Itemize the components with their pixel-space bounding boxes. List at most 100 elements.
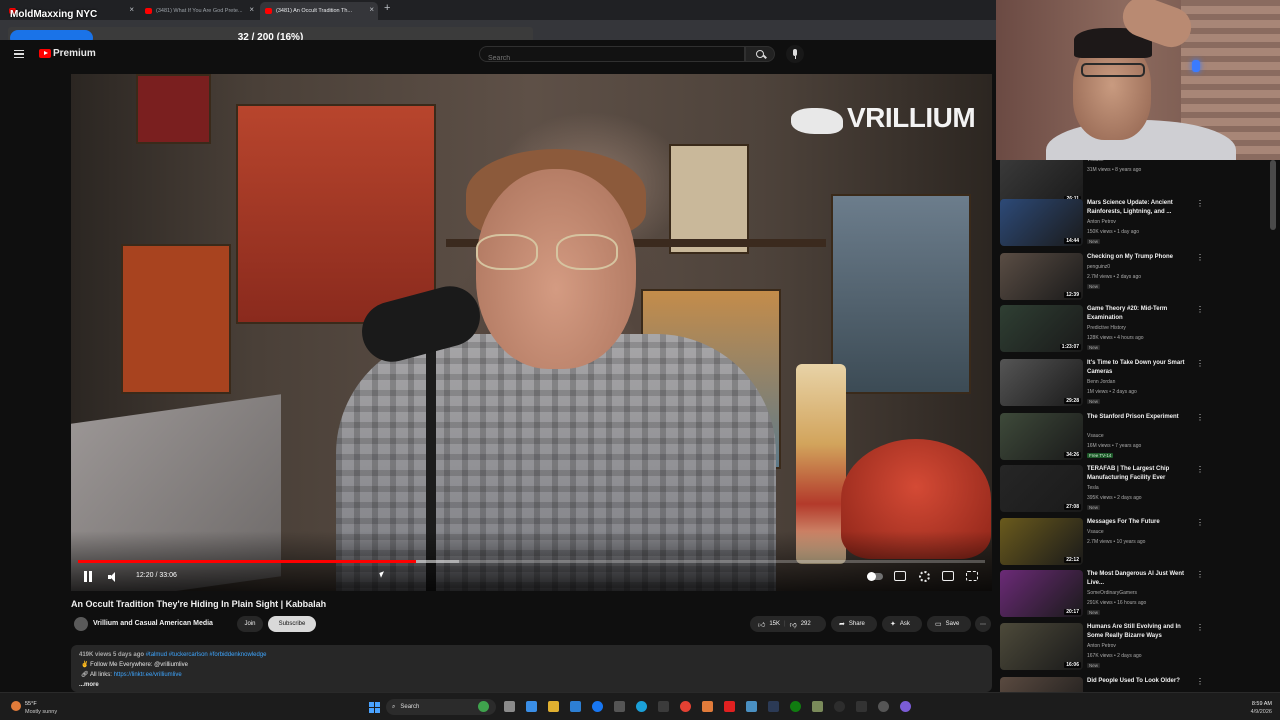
recommendation-card[interactable]: 27:08 TERAFAB | The Largest Chip Manufact… xyxy=(1000,465,1270,515)
recommendation-channel[interactable]: Anton Petrov xyxy=(1087,643,1116,649)
search-box[interactable] xyxy=(479,46,745,66)
new-tab-icon[interactable]: + xyxy=(384,2,390,14)
search-icon[interactable] xyxy=(745,46,775,62)
recommendation-title[interactable]: TERAFAB | The Largest Chip Manufacturing… xyxy=(1087,465,1187,483)
task-view-icon[interactable] xyxy=(504,701,515,712)
app-icon[interactable] xyxy=(834,701,845,712)
recommendation-title[interactable]: It's Time to Take Down your Smart Camera… xyxy=(1087,359,1187,377)
obs-icon[interactable] xyxy=(878,701,889,712)
video-player[interactable]: VRILLIUM 12:20 / 33:06 xyxy=(71,74,992,591)
app-icon[interactable] xyxy=(812,701,823,712)
microphone-icon[interactable] xyxy=(786,45,804,63)
app-icon[interactable] xyxy=(658,701,669,712)
kebab-menu-icon[interactable]: ⋮ xyxy=(1196,571,1204,579)
weather-sun-icon[interactable] xyxy=(11,701,21,711)
recommendation-channel[interactable]: SomeOrdinaryGamers xyxy=(1087,590,1137,596)
join-button[interactable]: Join xyxy=(237,616,263,632)
fullscreen-icon[interactable] xyxy=(966,571,978,581)
recommendation-channel[interactable]: penguinz0 xyxy=(1087,264,1110,270)
xbox-icon[interactable] xyxy=(790,701,801,712)
recommendation-title[interactable]: Mars Science Update: Ancient Rainforests… xyxy=(1087,199,1187,217)
chrome-browser-icon[interactable] xyxy=(680,701,691,712)
youtube-logo-icon[interactable] xyxy=(39,49,51,58)
subscribe-button[interactable]: Subscribe xyxy=(268,616,316,632)
weather-temperature[interactable]: 55°F xyxy=(25,701,37,707)
kebab-menu-icon[interactable]: ⋮ xyxy=(1196,624,1204,632)
ask-button[interactable]: ✦ Ask xyxy=(882,616,922,632)
app-icon[interactable] xyxy=(592,701,603,712)
kebab-menu-icon[interactable]: ⋮ xyxy=(1196,254,1204,262)
recommendation-card[interactable]: 20:17 The Most Dangerous AI Just Went Liv… xyxy=(1000,570,1270,620)
app-icon[interactable] xyxy=(478,701,489,712)
weather-description[interactable]: Mostly sunny xyxy=(25,709,57,715)
kebab-menu-icon[interactable]: ⋮ xyxy=(1196,519,1204,527)
description-more[interactable]: ...more xyxy=(79,680,984,690)
progress-bar[interactable] xyxy=(78,560,985,563)
edge-browser-icon[interactable] xyxy=(636,701,647,712)
video-thumbnail[interactable]: 14:44 xyxy=(1000,199,1083,246)
volume-icon[interactable] xyxy=(108,572,120,582)
video-thumbnail[interactable]: 20:17 xyxy=(1000,570,1083,617)
more-actions-icon[interactable]: ⋯ xyxy=(975,616,991,632)
recommendation-title[interactable]: Humans Are Still Evolving and In Some Re… xyxy=(1087,623,1187,641)
recommendation-card[interactable]: 12:39 Checking on My Trump Phone penguinz0… xyxy=(1000,253,1270,303)
recommendation-channel[interactable]: Vsauce xyxy=(1087,433,1104,439)
recommendation-card[interactable]: 14:44 Mars Science Update: Ancient Rainfo… xyxy=(1000,199,1270,249)
recommendation-title[interactable]: Did People Used To Look Older? xyxy=(1087,677,1187,686)
recommendation-channel[interactable]: Vsauce xyxy=(1087,529,1104,535)
recommendation-channel[interactable]: Tesla xyxy=(1087,485,1099,491)
video-thumbnail[interactable] xyxy=(1000,677,1083,692)
kebab-menu-icon[interactable]: ⋮ xyxy=(1196,306,1204,314)
search-input[interactable] xyxy=(480,51,744,66)
description-link[interactable]: https://linktr.ee/vrilliumlive xyxy=(114,672,182,678)
recommendation-card[interactable]: Did People Used To Look Older?Vsauce⋮ xyxy=(1000,677,1270,692)
app-icon[interactable] xyxy=(856,701,867,712)
recommendation-card[interactable]: 22:12 Messages For The Future Vsauce 2.7M v… xyxy=(1000,518,1270,568)
recommendation-title[interactable]: Game Theory #20: Mid-Term Examination xyxy=(1087,305,1187,323)
video-thumbnail[interactable]: 26:11 xyxy=(1000,160,1083,204)
recommendation-channel[interactable]: Vsauce xyxy=(1087,160,1104,163)
video-thumbnail[interactable]: 12:39 xyxy=(1000,253,1083,300)
close-tab-icon[interactable]: × xyxy=(249,5,254,14)
recommendation-title[interactable]: Checking on My Trump Phone xyxy=(1087,253,1187,262)
app-icon[interactable] xyxy=(724,701,735,712)
close-tab-icon[interactable]: × xyxy=(129,5,134,14)
windows-start-icon[interactable] xyxy=(369,702,380,713)
file-explorer-icon[interactable] xyxy=(548,701,559,712)
app-icon[interactable] xyxy=(702,701,713,712)
share-button[interactable]: ➦ Share xyxy=(831,616,877,632)
recommendation-title[interactable]: Messages For The Future xyxy=(1087,518,1187,527)
app-icon[interactable] xyxy=(768,701,779,712)
taskbar-clock[interactable]: 8:59 AM xyxy=(1244,701,1272,707)
settings-gear-icon[interactable] xyxy=(919,571,930,582)
hashtags[interactable]: #talmud #tuckercarlson #forbiddenknowled… xyxy=(146,652,267,658)
kebab-menu-icon[interactable]: ⋮ xyxy=(1196,466,1204,474)
video-thumbnail[interactable]: 34:26 xyxy=(1000,413,1083,460)
video-thumbnail[interactable]: 22:12 xyxy=(1000,518,1083,565)
thumbs-up-icon[interactable]: 👍︎ xyxy=(758,620,765,629)
steam-icon[interactable] xyxy=(746,701,757,712)
recommendation-title[interactable]: The Stanford Prison Experiment xyxy=(1087,413,1187,422)
recommendation-card[interactable]: 16:06 Humans Are Still Evolving and In So… xyxy=(1000,623,1270,673)
channel-avatar[interactable] xyxy=(74,617,88,631)
recommendation-card[interactable]: 34:26 The Stanford Prison Experiment Vsauc… xyxy=(1000,413,1270,463)
miniplayer-icon[interactable] xyxy=(942,571,954,581)
save-button[interactable]: ▭ Save xyxy=(927,616,971,632)
video-thumbnail[interactable]: 29:28 xyxy=(1000,359,1083,406)
video-thumbnail[interactable]: 1:23:07 xyxy=(1000,305,1083,352)
kebab-menu-icon[interactable]: ⋮ xyxy=(1196,360,1204,368)
thumbs-down-icon[interactable]: 👎︎ xyxy=(790,620,797,629)
browser-tab-active[interactable]: (3481) An Occult Tradition Th... × xyxy=(260,2,378,20)
browser-tab-2[interactable]: (3481) What If You Are God Prete... × xyxy=(140,2,258,20)
video-thumbnail[interactable]: 16:06 xyxy=(1000,623,1083,670)
app-icon[interactable] xyxy=(526,701,537,712)
taskbar-date[interactable]: 4/9/2026 xyxy=(1244,709,1272,715)
recommendation-card[interactable]: 29:28 It's Time to Take Down your Smart C… xyxy=(1000,359,1270,409)
app-icon[interactable] xyxy=(570,701,581,712)
recommendation-title[interactable]: The Most Dangerous AI Just Went Live... xyxy=(1087,570,1187,588)
autoplay-toggle[interactable] xyxy=(867,572,883,581)
app-icon[interactable] xyxy=(900,701,911,712)
menu-icon[interactable] xyxy=(14,50,24,58)
video-thumbnail[interactable]: 27:08 xyxy=(1000,465,1083,512)
recommendation-channel[interactable]: Anton Petrov xyxy=(1087,219,1116,225)
